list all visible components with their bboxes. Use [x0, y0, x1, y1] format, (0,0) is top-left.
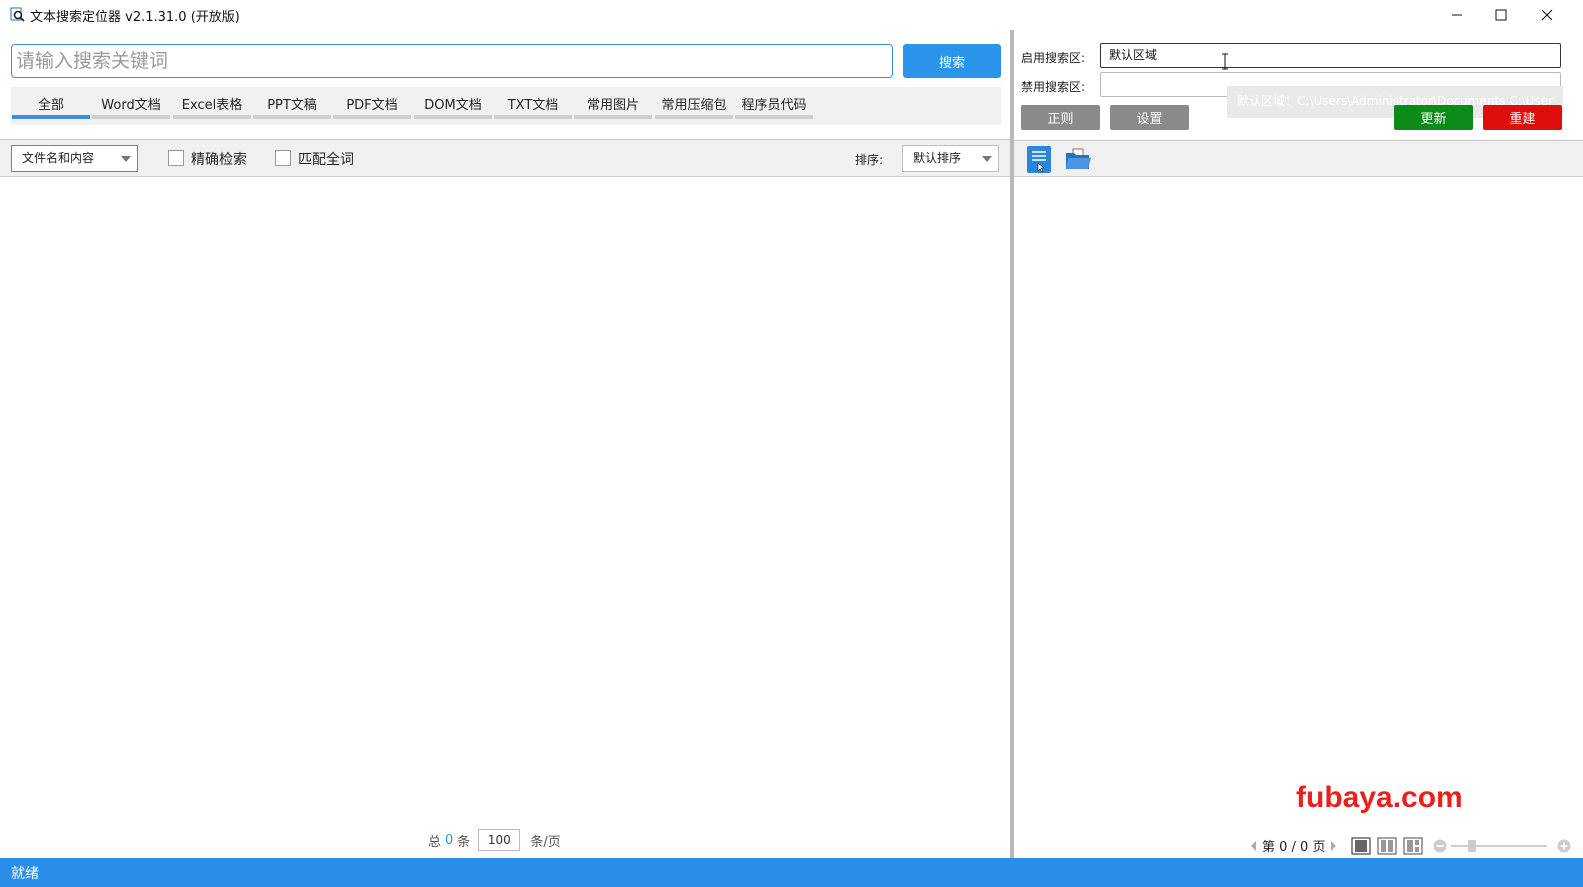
tab-underline [333, 115, 411, 119]
search-scope-value: 文件名和内容 [22, 151, 95, 165]
single-page-icon[interactable] [1351, 836, 1372, 855]
open-folder-icon[interactable] [1065, 148, 1091, 170]
zoom-in-icon[interactable] [1557, 839, 1571, 853]
sort-label: 排序: [855, 153, 884, 167]
enable-area-input[interactable]: 默认区域 [1100, 43, 1561, 68]
total-suffix: 条 [457, 834, 471, 850]
tab-underline [173, 115, 251, 119]
title-bar: 文本搜索定位器 v2.1.31.0 (开放版) [0, 0, 1583, 30]
maximize-icon [1495, 9, 1507, 21]
thumbnail-page-icon[interactable] [1403, 836, 1424, 855]
zoom-out-icon[interactable] [1433, 839, 1447, 853]
search-button[interactable]: 搜索 [903, 44, 1001, 78]
viewer-pager: 第 0 / 0 页 [1250, 836, 1571, 855]
disable-area-label: 禁用搜索区: [1021, 80, 1086, 94]
chevron-down-icon [982, 156, 992, 162]
filter-bar: 文件名和内容 精确检索 匹配全词 排序: 默认排序 [0, 140, 1010, 177]
status-text: 就绪 [11, 866, 39, 882]
whole-word-checkbox[interactable] [275, 150, 291, 166]
text-cursor-icon [1222, 53, 1228, 70]
search-scope-select[interactable]: 文件名和内容 [11, 145, 138, 172]
sort-value: 默认排序 [913, 151, 962, 165]
close-icon [1541, 9, 1553, 21]
chevron-down-icon [121, 156, 131, 162]
settings-button[interactable]: 设置 [1110, 105, 1189, 130]
sort-select[interactable]: 默认排序 [902, 145, 999, 172]
exact-search-label[interactable]: 精确检索 [191, 149, 247, 169]
window-title: 文本搜索定位器 v2.1.31.0 (开放版) [30, 10, 240, 25]
page-size-input[interactable]: 100 [478, 829, 521, 851]
tab-underline [655, 115, 733, 119]
tab-underline [253, 115, 331, 119]
whole-word-label[interactable]: 匹配全词 [298, 149, 354, 169]
tab-underline [414, 115, 492, 119]
tab-underline [494, 115, 572, 119]
viewer-page-text: 第 0 / 0 页 [1262, 840, 1326, 855]
two-page-icon[interactable] [1377, 836, 1398, 855]
app-search-icon [10, 7, 25, 22]
tab-underline [735, 115, 813, 119]
results-pager: 总 0 条 100 条/页 [428, 829, 561, 851]
status-bar: 就绪 [0, 858, 1583, 887]
close-button[interactable] [1525, 0, 1569, 30]
watermark-text: fubaya.com [1296, 781, 1463, 814]
total-count: 0 [445, 832, 454, 848]
update-button[interactable]: 更新 [1394, 105, 1473, 130]
maximize-button[interactable] [1479, 0, 1523, 30]
tab-underline [574, 115, 652, 119]
page-size-unit: 条/页 [530, 834, 561, 850]
enable-area-label: 启用搜索区: [1021, 51, 1086, 65]
tab-active-indicator [12, 115, 90, 119]
results-list[interactable] [0, 178, 1010, 858]
zoom-slider[interactable] [1451, 839, 1548, 853]
search-input[interactable] [11, 44, 893, 78]
viewer-toolbar [1014, 140, 1583, 177]
minimize-button[interactable] [1435, 0, 1479, 30]
exact-search-checkbox[interactable] [168, 150, 184, 166]
minimize-icon [1452, 14, 1462, 16]
rebuild-button[interactable]: 重建 [1483, 105, 1562, 130]
total-prefix: 总 [428, 834, 442, 850]
file-type-tabs: 全部 Word文档 Excel表格 PPT文稿 PDF文档 DOM文档 TXT文… [11, 87, 1001, 125]
next-page-icon[interactable] [1329, 840, 1337, 852]
document-list-icon[interactable] [1027, 146, 1051, 173]
regex-button[interactable]: 正则 [1021, 105, 1100, 130]
prev-page-icon[interactable] [1250, 840, 1258, 852]
tab-underline [92, 115, 170, 119]
